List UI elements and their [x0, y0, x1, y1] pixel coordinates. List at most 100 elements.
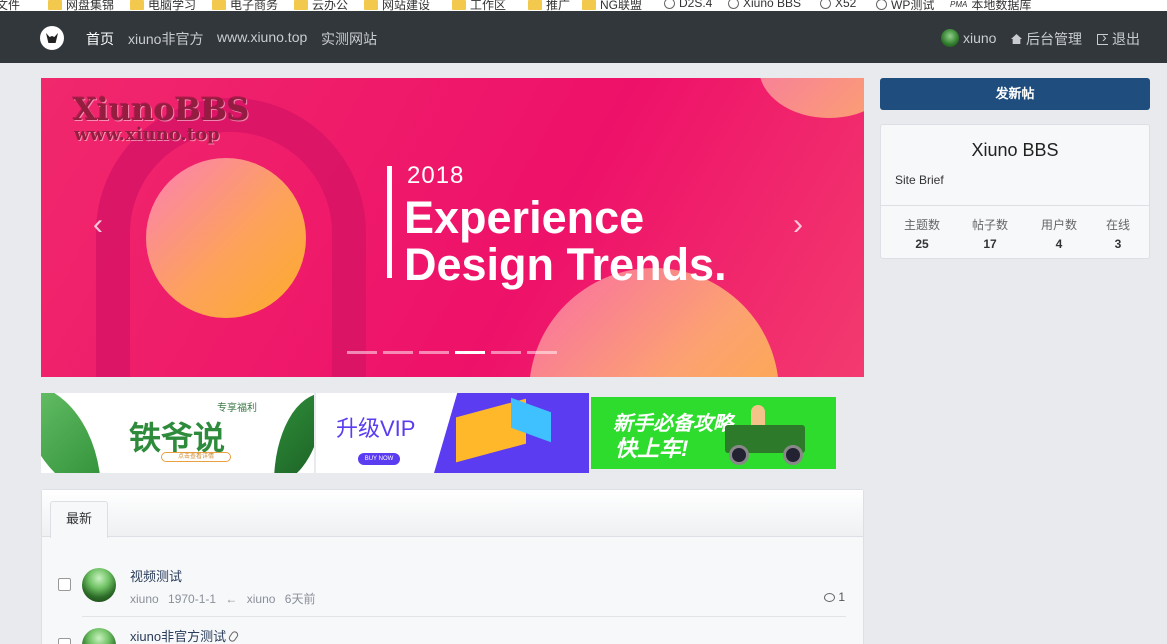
banner-headline-line1: Experience	[404, 192, 645, 243]
folder-icon	[130, 0, 144, 10]
stat-value: 25	[915, 237, 929, 251]
sign-out-icon	[1097, 29, 1108, 45]
attachment-icon	[227, 629, 240, 644]
bookmark-link[interactable]: WP测试	[876, 0, 934, 11]
folder-icon	[212, 0, 226, 10]
carousel-prev-icon[interactable]: ‹	[93, 208, 103, 242]
stat-online: 在线 3	[1088, 216, 1148, 251]
bookmark-label: 文件	[0, 0, 21, 11]
bookmark-label: X52	[835, 0, 857, 10]
site-logo[interactable]	[40, 26, 64, 50]
user-menu[interactable]: xiuno	[941, 29, 996, 47]
carousel-indicator[interactable]	[491, 351, 521, 354]
folder-icon	[582, 0, 596, 10]
bookmark-folder[interactable]: 电脑学习	[130, 0, 196, 11]
leaf-graphic	[274, 393, 314, 473]
stat-users: 用户数 4	[1029, 216, 1089, 251]
nav-home[interactable]: 首页	[86, 29, 114, 49]
folder-icon	[528, 0, 542, 10]
thread-title[interactable]: xiuno非官方测试	[130, 629, 226, 644]
ad-banner-vip[interactable]: 升级VIP BUY NOW	[316, 393, 589, 473]
reply-count: 1	[838, 590, 845, 604]
thread-list-card: 最新 视频测试 xiuno 1970-1-1 ← xiuno 6天前 1 xiu…	[41, 489, 864, 644]
globe-icon	[664, 0, 675, 9]
thread-author[interactable]: xiuno	[130, 592, 159, 606]
folder-icon	[294, 0, 308, 10]
nav-test-site[interactable]: 实测网站	[321, 29, 377, 49]
thread-last-user[interactable]: xiuno	[247, 592, 276, 606]
admin-link[interactable]: 后台管理	[1011, 29, 1082, 49]
watermark-title: XiunoBBS	[73, 92, 250, 128]
bookmark-folder[interactable]: 电子商务	[212, 0, 278, 11]
bookmark-link[interactable]: PMA 本地数据库	[950, 0, 1031, 11]
thread-checkbox[interactable]	[58, 638, 71, 644]
thread-tabs: 最新	[42, 490, 863, 538]
top-navbar: 首页 xiuno非官方 www.xiuno.top 实测网站 xiuno 后台管…	[0, 11, 1167, 63]
author-avatar[interactable]	[82, 568, 116, 602]
thread-checkbox[interactable]	[58, 578, 71, 591]
ad1-button: 点击查看详情	[161, 452, 231, 462]
bookmarks-bar: 文件 网盘集锦 电脑学习 电子商务 云办公 网站建设 工作区 推广 NG联盟 D…	[0, 0, 1167, 11]
thread-last-time: 6天前	[284, 592, 316, 606]
thread-date: 1970-1-1	[168, 592, 217, 606]
comment-icon	[824, 592, 836, 602]
carousel-next-icon[interactable]: ›	[793, 208, 803, 242]
banner-carousel[interactable]: XiunoBBS www.xiuno.top 2018 Experience D…	[41, 78, 864, 377]
bookmark-link[interactable]: Xiuno BBS	[728, 0, 801, 10]
stat-value: 3	[1114, 237, 1122, 251]
username: xiuno	[963, 30, 997, 46]
nav-xiuno-top[interactable]: www.xiuno.top	[217, 29, 307, 45]
banner-circle	[146, 158, 306, 318]
bookmark-link[interactable]: X52	[820, 0, 856, 10]
new-post-button[interactable]: 发新帖	[880, 78, 1150, 110]
site-info-card: Xiuno BBS Site Brief 主题数 25 帖子数 17 用户数 4…	[880, 124, 1150, 259]
folder-icon	[452, 0, 466, 10]
carousel-indicator-active[interactable]	[455, 351, 485, 354]
carousel-indicator[interactable]	[383, 351, 413, 354]
bookmark-folder[interactable]: 网盘集锦	[48, 0, 114, 11]
carousel-indicator[interactable]	[347, 351, 377, 354]
nav-xiuno-unofficial[interactable]: xiuno非官方	[128, 29, 203, 49]
bookmark-label: Xiuno BBS	[743, 0, 802, 10]
stat-label: 主题数	[903, 218, 940, 232]
author-avatar[interactable]	[82, 628, 116, 644]
ad-banner-tieyeshuo[interactable]: 专享福利 铁爷说 点击查看详情	[41, 393, 314, 473]
banner-headline: Experience Design Trends.	[404, 194, 727, 288]
site-brief: Site Brief	[895, 173, 944, 187]
bookmark-label: 电子商务	[230, 0, 279, 11]
bookmark-link[interactable]: D2S.4	[664, 0, 712, 10]
tab-latest[interactable]: 最新	[50, 501, 108, 538]
bookmark-item[interactable]: 文件	[0, 0, 20, 11]
stat-label: 在线	[1105, 218, 1130, 232]
admin-label: 后台管理	[1026, 31, 1082, 47]
watermark-url: www.xiuno.top	[74, 124, 220, 145]
row-divider	[82, 616, 846, 617]
banner-headline-line2: Design Trends.	[404, 239, 727, 290]
bookmark-label: 推广	[546, 0, 571, 11]
ad-banner-newbie[interactable]: 新手必备攻略 快上车!	[591, 397, 836, 469]
stat-value: 17	[983, 237, 997, 251]
ad2-title: 升级VIP	[336, 416, 416, 441]
globe-icon	[876, 0, 887, 10]
banner-divider	[387, 166, 392, 278]
thread-title-wrap[interactable]: xiuno非官方测试	[130, 626, 240, 644]
carousel-indicator[interactable]	[419, 351, 449, 354]
logout-link[interactable]: 退出	[1097, 29, 1140, 49]
bookmark-folder[interactable]: 网站建设	[364, 0, 430, 11]
carousel-indicators	[347, 351, 557, 354]
carousel-indicator[interactable]	[527, 351, 557, 354]
bookmark-folder[interactable]: 工作区	[452, 0, 506, 11]
thread-arrow-icon: ←	[225, 592, 238, 606]
bookmark-folder[interactable]: 推广	[528, 0, 570, 11]
folder-icon	[48, 0, 62, 10]
ad3-driver	[751, 405, 765, 427]
logout-label: 退出	[1112, 31, 1140, 47]
stats-divider	[881, 205, 1149, 206]
bookmark-label: 本地数据库	[971, 0, 1032, 11]
stat-posts: 帖子数 17	[960, 216, 1020, 251]
bookmark-label: WP测试	[891, 0, 935, 11]
leaf-graphic	[41, 393, 101, 473]
bookmark-folder[interactable]: 云办公	[294, 0, 348, 11]
bookmark-folder[interactable]: NG联盟	[582, 0, 642, 11]
thread-title[interactable]: 视频测试	[130, 566, 182, 585]
